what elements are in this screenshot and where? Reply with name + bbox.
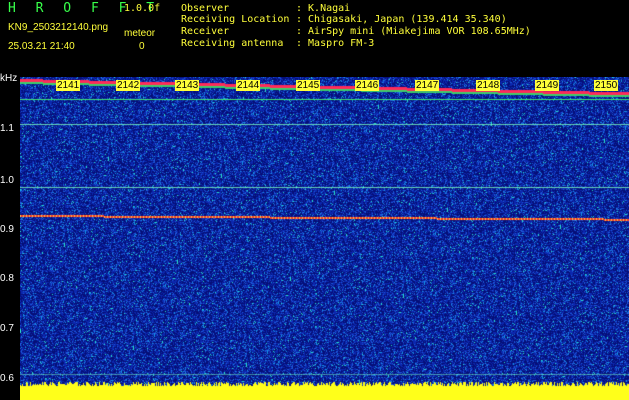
receiver-label: Receiver (181, 26, 230, 37)
minute-label-2141: 2141 (56, 80, 81, 91)
minute-label-2142: 2142 (116, 80, 141, 91)
antenna-label: Receiving antenna (181, 38, 284, 49)
minute-label-2145: 2145 (296, 80, 321, 91)
y-tick-1.0: 1.0 (0, 175, 14, 186)
minute-label-2150: 2150 (594, 80, 619, 91)
minute-label-2147: 2147 (415, 80, 440, 91)
header-panel: H R O F F T 1.0.0f KN9_2503212140.png 25… (0, 0, 629, 76)
location-value: : Chigasaki, Japan (139.414 35.340) (296, 14, 507, 25)
meteor-count: 0 (139, 41, 145, 52)
minute-label-2149: 2149 (535, 80, 560, 91)
y-tick-0.9: 0.9 (0, 224, 14, 235)
y-tick-0.7: 0.7 (0, 323, 14, 334)
y-tick-0.8: 0.8 (0, 273, 14, 284)
meteor-label: meteor (124, 28, 156, 39)
receiver-value: : AirSpy mini (Miakejima VOR 108.65MHz) (296, 26, 531, 37)
minute-label-2146: 2146 (355, 80, 380, 91)
location-label: Receiving Location (181, 14, 290, 25)
minute-label-2143: 2143 (175, 80, 200, 91)
y-tick-1.1: 1.1 (0, 123, 14, 134)
y-tick-0.6: 0.6 (0, 373, 14, 384)
minute-label-2144: 2144 (236, 80, 261, 91)
date-time: 25.03.21 21:40 (8, 41, 75, 52)
antenna-value: : Maspro FM-3 (296, 38, 375, 49)
file-name: KN9_2503212140.png (8, 22, 109, 33)
spectrogram-plot (20, 77, 629, 400)
axis-unit-label: kHz (0, 73, 18, 84)
version-label: 1.0.0f (124, 3, 161, 14)
minute-label-2148: 2148 (476, 80, 501, 91)
